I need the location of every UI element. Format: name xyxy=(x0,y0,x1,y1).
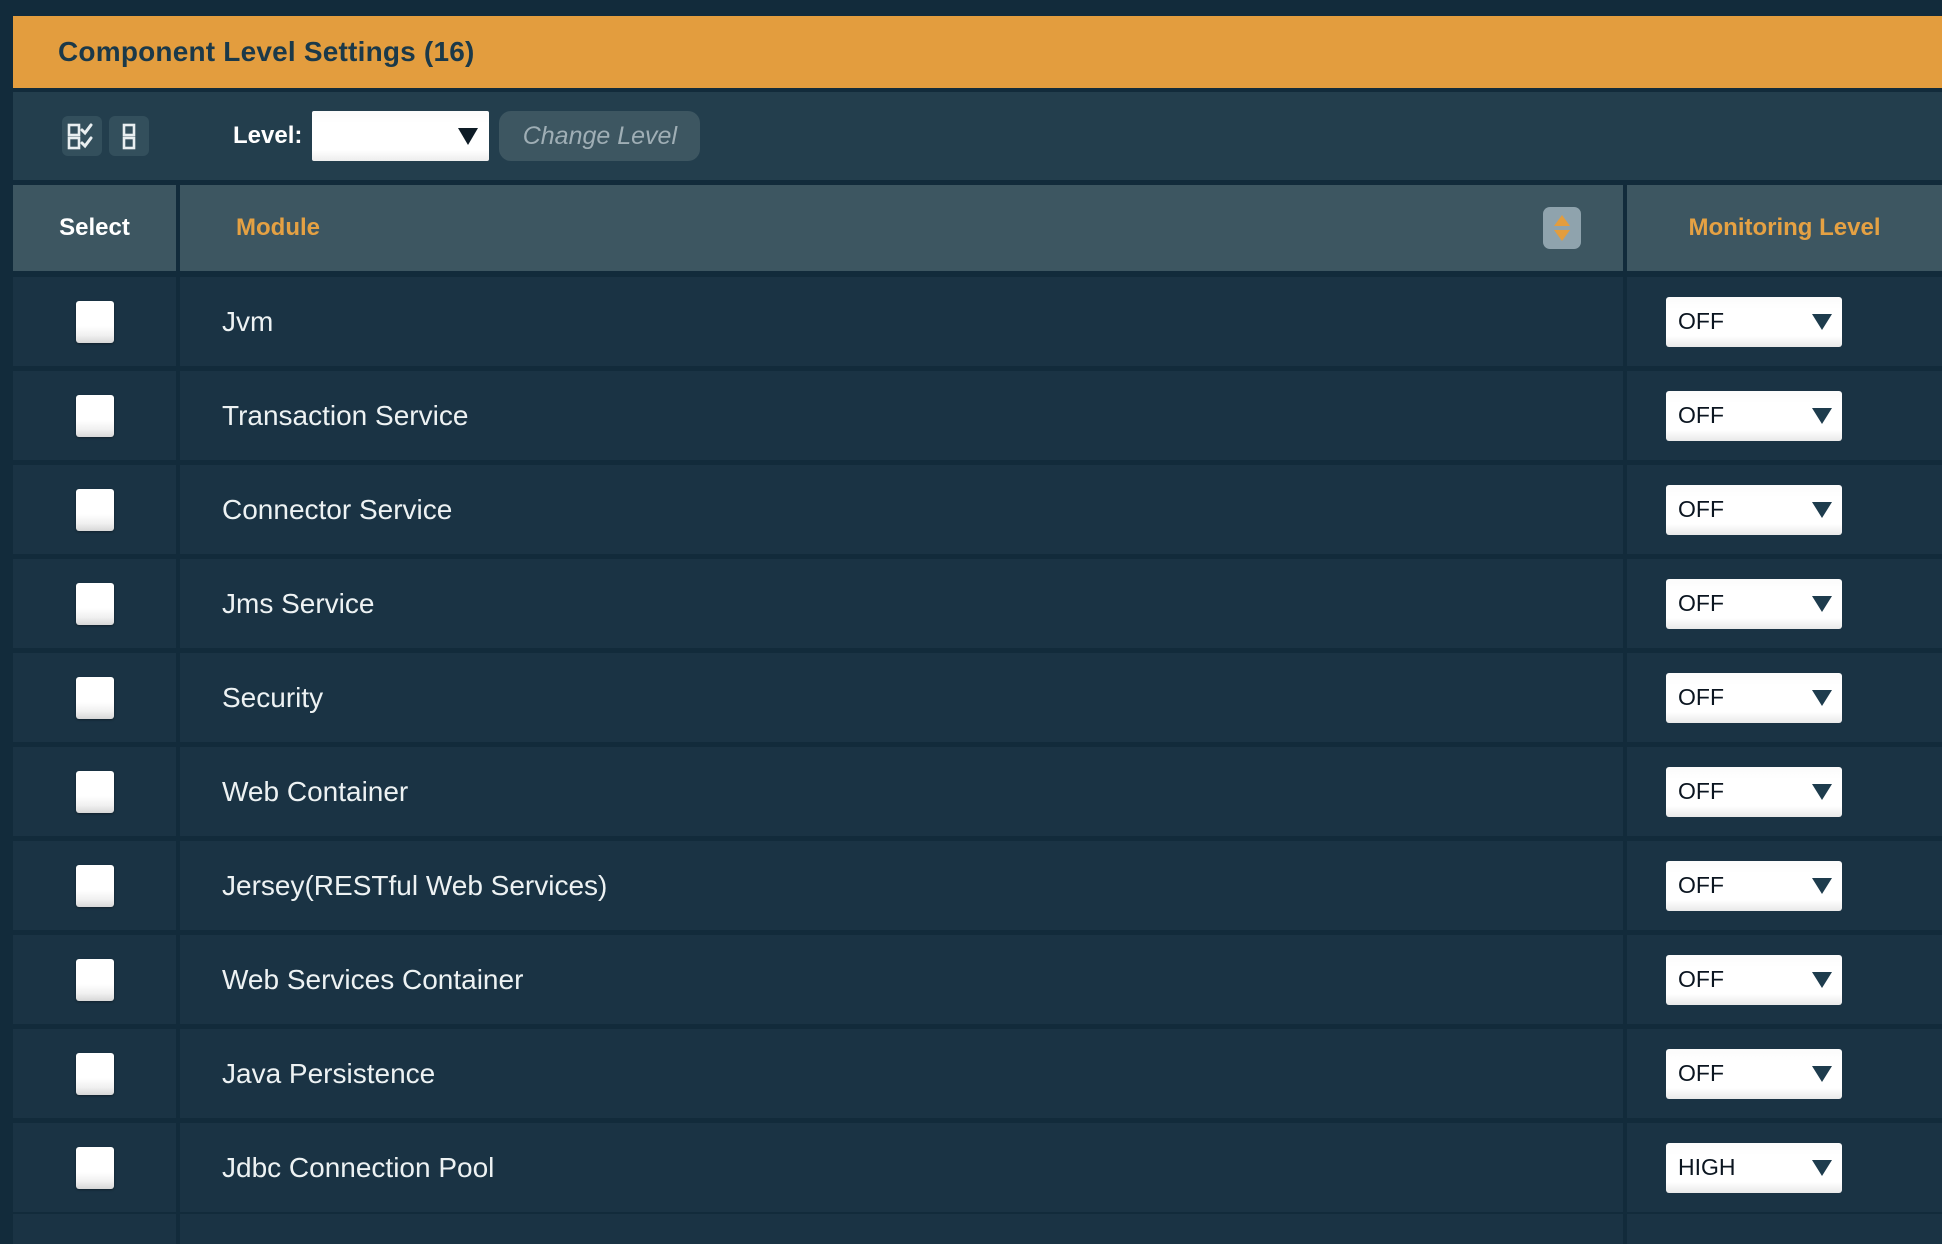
chevron-down-icon xyxy=(1812,971,1832,988)
chevron-down-icon xyxy=(1812,313,1832,330)
monitoring-level-select[interactable]: OFF xyxy=(1666,390,1842,441)
row-checkbox[interactable] xyxy=(75,958,114,1001)
table-row: Connector Service OFF xyxy=(13,465,1942,554)
table-body: Jvm OFF Transaction Service OFF Connecto… xyxy=(13,277,1942,1244)
row-checkbox[interactable] xyxy=(75,1052,114,1095)
monitoring-level-select[interactable]: OFF xyxy=(1666,766,1842,817)
monitoring-level-value: OFF xyxy=(1678,778,1724,804)
sort-button[interactable] xyxy=(1543,207,1581,249)
monitoring-level-value: OFF xyxy=(1678,308,1724,334)
column-header-module: Module xyxy=(180,185,1623,271)
module-name: Jdbc Connection Pool xyxy=(222,1151,495,1183)
module-name: Web Container xyxy=(222,775,409,807)
module-name: Java Persistence xyxy=(222,1057,436,1089)
module-name: Jms Service xyxy=(222,587,375,619)
panel-title-bar: Component Level Settings (16) xyxy=(13,16,1942,88)
monitoring-level-value: OFF xyxy=(1678,966,1724,992)
column-header-monitoring-level: Monitoring Level xyxy=(1627,185,1942,271)
chevron-down-icon xyxy=(1812,877,1832,894)
monitoring-level-value: OFF xyxy=(1678,402,1724,428)
level-label: Level: xyxy=(233,122,303,149)
table-header: Select Module Monitoring Level xyxy=(13,185,1942,271)
chevron-down-icon xyxy=(458,127,479,145)
module-name: Transaction Service xyxy=(222,399,469,431)
select-all-icon xyxy=(67,122,97,150)
chevron-down-icon xyxy=(1812,501,1832,518)
column-header-select: Select xyxy=(13,185,176,271)
monitoring-level-select[interactable]: OFF xyxy=(1666,578,1842,629)
row-checkbox[interactable] xyxy=(75,1146,114,1189)
monitoring-level-select[interactable]: OFF xyxy=(1666,484,1842,535)
row-checkbox[interactable] xyxy=(75,300,114,343)
table-row: Jvm OFF xyxy=(13,277,1942,366)
monitoring-level-select[interactable]: OFF xyxy=(1666,672,1842,723)
deselect-all-button[interactable] xyxy=(109,116,149,156)
monitoring-level-select[interactable]: OFF xyxy=(1666,954,1842,1005)
monitoring-level-value: HIGH xyxy=(1678,1154,1736,1180)
monitoring-level-select[interactable]: OFF xyxy=(1666,860,1842,911)
table-row: Transaction Service OFF xyxy=(13,371,1942,460)
row-checkbox[interactable] xyxy=(75,582,114,625)
page-title: Component Level Settings (16) xyxy=(58,36,475,67)
module-name: Jvm xyxy=(222,305,274,337)
chevron-down-icon xyxy=(1812,595,1832,612)
table-row: Jdbc Connection Pool HIGH xyxy=(13,1123,1942,1212)
monitoring-level-value: OFF xyxy=(1678,872,1724,898)
row-checkbox[interactable] xyxy=(75,394,114,437)
change-level-button[interactable]: Change Level xyxy=(499,111,701,161)
table-row: Jms Service OFF xyxy=(13,559,1942,648)
toolbar: Level: Change Level xyxy=(13,92,1942,180)
table-row: Jersey(RESTful Web Services) OFF xyxy=(13,841,1942,930)
module-name: Security xyxy=(222,681,324,713)
sort-down-icon xyxy=(1554,230,1570,241)
module-name: Jersey(RESTful Web Services) xyxy=(222,869,608,901)
sort-up-icon xyxy=(1554,215,1570,226)
table-row-partial xyxy=(13,1214,1942,1244)
table-row: Web Container OFF xyxy=(13,747,1942,836)
chevron-down-icon xyxy=(1812,689,1832,706)
table-row: Web Services Container OFF xyxy=(13,935,1942,1024)
chevron-down-icon xyxy=(1812,1159,1832,1176)
module-name: Connector Service xyxy=(222,493,453,525)
chevron-down-icon xyxy=(1812,783,1832,800)
monitoring-level-select[interactable]: HIGH xyxy=(1666,1142,1842,1193)
monitoring-level-value: OFF xyxy=(1678,496,1724,522)
level-select[interactable] xyxy=(312,111,490,161)
row-checkbox[interactable] xyxy=(75,488,114,531)
table-row: Java Persistence OFF xyxy=(13,1029,1942,1118)
module-name: Web Services Container xyxy=(222,963,524,995)
row-checkbox[interactable] xyxy=(75,676,114,719)
chevron-down-icon xyxy=(1812,1065,1832,1082)
row-checkbox[interactable] xyxy=(75,864,114,907)
chevron-down-icon xyxy=(1812,407,1832,424)
select-all-button[interactable] xyxy=(62,116,102,156)
monitoring-level-select[interactable]: OFF xyxy=(1666,296,1842,347)
monitoring-level-value: OFF xyxy=(1678,684,1724,710)
monitoring-level-value: OFF xyxy=(1678,590,1724,616)
component-level-settings-panel: Component Level Settings (16) Level: Cha… xyxy=(13,16,1942,1244)
table-row: Security OFF xyxy=(13,653,1942,742)
deselect-all-icon xyxy=(122,122,136,150)
monitoring-level-value: OFF xyxy=(1678,1060,1724,1086)
monitoring-level-select[interactable]: OFF xyxy=(1666,1048,1842,1099)
row-checkbox[interactable] xyxy=(75,770,114,813)
